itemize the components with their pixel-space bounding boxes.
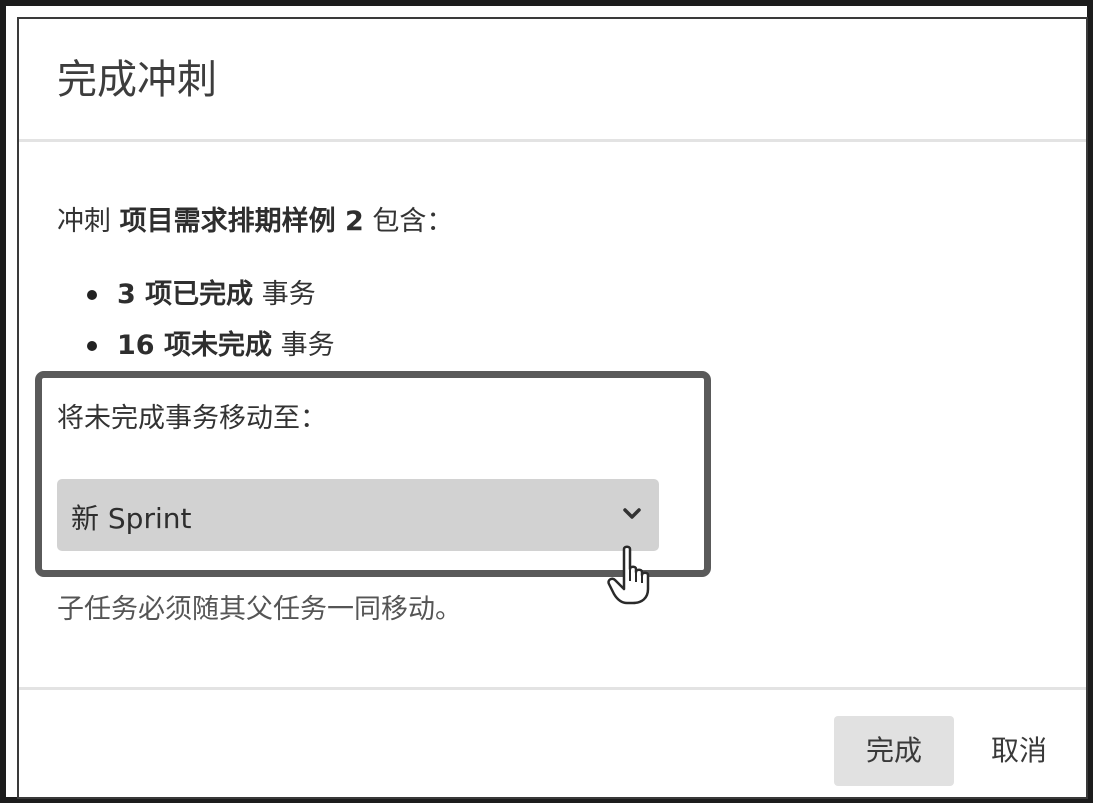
dialog-title: 完成冲刺 xyxy=(57,57,217,103)
completed-count: 3 项已完成 xyxy=(117,279,254,310)
complete-sprint-dialog: 完成冲刺 冲刺 项目需求排期样例 2 包含： 3 项已完成 事务 16 项未完成… xyxy=(17,17,1088,799)
subtask-note: 子任务必须随其父任务一同移动。 xyxy=(57,594,462,625)
list-item-completed: 3 项已完成 事务 xyxy=(57,269,335,320)
move-to-select[interactable]: 新 Sprint xyxy=(57,479,659,551)
incomplete-count: 16 项未完成 xyxy=(117,330,272,361)
move-to-selected-value: 新 Sprint xyxy=(71,502,192,535)
sprint-summary: 冲刺 项目需求排期样例 2 包含： xyxy=(57,199,453,238)
bullet-icon xyxy=(87,290,97,300)
screenshot-frame: 完成冲刺 冲刺 项目需求排期样例 2 包含： 3 项已完成 事务 16 项未完成… xyxy=(0,0,1093,803)
summary-prefix: 冲刺 xyxy=(57,206,120,237)
list-item-incomplete: 16 项未完成 事务 xyxy=(57,320,335,371)
hand-pointer-icon xyxy=(607,545,650,605)
incomplete-suffix: 事务 xyxy=(271,330,335,361)
dialog-header: 完成冲刺 xyxy=(19,19,1086,142)
bullet-icon xyxy=(87,341,97,351)
chevron-down-icon xyxy=(623,508,641,519)
issue-count-list: 3 项已完成 事务 16 项未完成 事务 xyxy=(57,269,335,371)
summary-suffix: 包含： xyxy=(363,206,454,237)
done-button[interactable]: 完成 xyxy=(834,716,954,786)
cancel-button[interactable]: 取消 xyxy=(964,716,1074,786)
footer-divider xyxy=(19,687,1086,690)
move-to-label: 将未完成事务移动至： xyxy=(57,403,327,434)
completed-suffix: 事务 xyxy=(253,279,316,310)
sprint-name: 项目需求排期样例 2 xyxy=(119,206,364,237)
